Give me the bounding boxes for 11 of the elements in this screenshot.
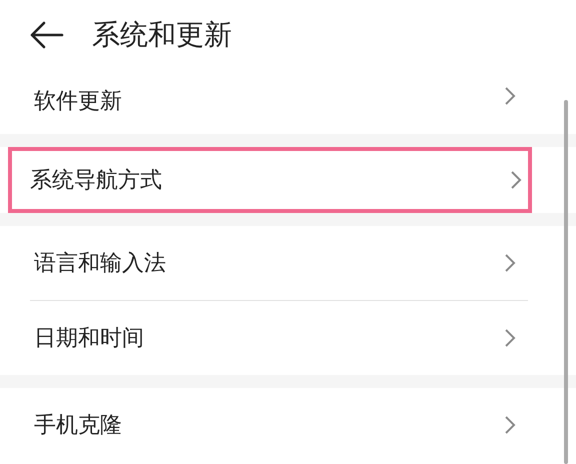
chevron-icon: [504, 328, 516, 348]
chevron-icon: [504, 415, 516, 435]
settings-item[interactable]: 日期和时间: [0, 301, 568, 375]
back-icon[interactable]: [30, 21, 64, 49]
chevron-icon: [504, 86, 516, 106]
settings-item[interactable]: 系统导航方式: [8, 147, 532, 213]
settings-item[interactable]: 语言和输入法: [0, 226, 568, 300]
page-title: 系统和更新: [92, 17, 232, 53]
scrollbar[interactable]: [564, 100, 568, 464]
chevron-icon: [510, 170, 522, 190]
chevron-icon: [504, 253, 516, 273]
